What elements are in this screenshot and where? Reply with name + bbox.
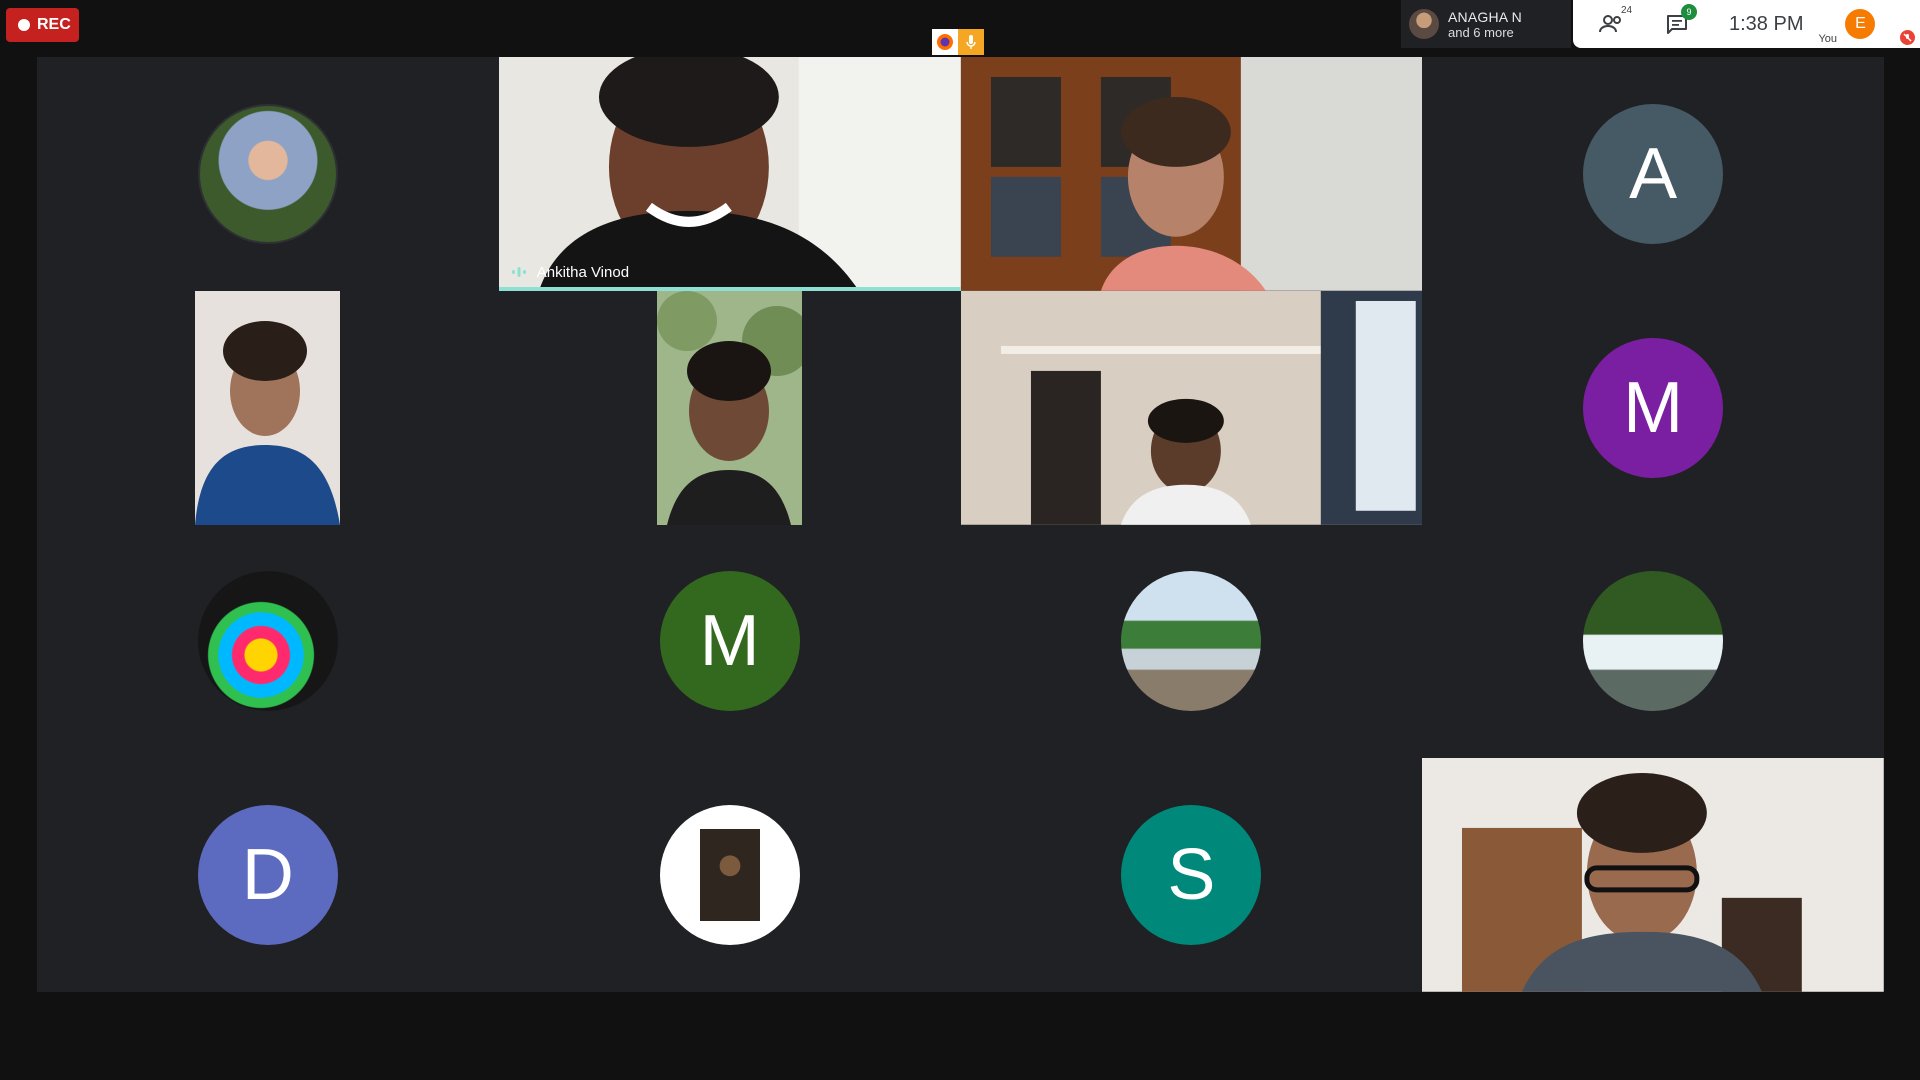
recording-label: REC bbox=[37, 16, 71, 33]
initial-letter: D bbox=[241, 835, 294, 916]
participant-name-bar: Ankitha Vinod bbox=[511, 264, 629, 281]
participant-tile[interactable] bbox=[37, 57, 499, 291]
participant-initial-avatar: M bbox=[1583, 337, 1724, 478]
mic-muted-icon bbox=[1900, 30, 1915, 45]
participant-video bbox=[1422, 758, 1884, 992]
record-dot-icon bbox=[18, 19, 30, 31]
participant-grid: Ankitha Vinod A M M D S bbox=[37, 57, 1884, 992]
presenter-avatar bbox=[1409, 9, 1439, 39]
initial-letter: M bbox=[1623, 367, 1684, 448]
chat-button[interactable]: 9 bbox=[1665, 4, 1697, 35]
participant-tile[interactable]: M bbox=[499, 525, 961, 759]
participant-initial-avatar: S bbox=[1121, 805, 1262, 946]
participant-tile[interactable] bbox=[37, 525, 499, 759]
self-label: You bbox=[1818, 33, 1838, 45]
firefox-icon bbox=[932, 29, 958, 55]
participants-button[interactable]: 24 bbox=[1599, 5, 1632, 35]
dark-portrait-icon bbox=[659, 805, 800, 946]
meeting-toolbar: 24 9 1:38 PM E You bbox=[1573, 0, 1920, 48]
chat-badge: 9 bbox=[1681, 4, 1697, 20]
participants-count: 24 bbox=[1621, 5, 1633, 16]
initial-letter: A bbox=[1629, 133, 1678, 214]
participant-video bbox=[657, 290, 803, 525]
audio-level-icon bbox=[511, 267, 526, 278]
participant-video bbox=[960, 57, 1423, 291]
participant-initial-avatar: D bbox=[197, 805, 338, 946]
people-icon bbox=[1599, 15, 1621, 33]
participant-tile[interactable] bbox=[961, 525, 1423, 759]
participant-tile[interactable] bbox=[499, 290, 961, 525]
participant-video bbox=[498, 57, 961, 291]
participant-tile[interactable]: A bbox=[1422, 57, 1884, 291]
participant-tile[interactable]: M bbox=[1422, 291, 1884, 525]
participant-tile[interactable]: Ankitha Vinod bbox=[498, 57, 961, 291]
recording-indicator: REC bbox=[6, 8, 79, 42]
participant-name: Ankitha Vinod bbox=[536, 263, 630, 281]
presenter-name: ANAGHA N bbox=[1448, 8, 1522, 25]
browser-share-indicator[interactable] bbox=[932, 29, 984, 55]
microphone-icon bbox=[958, 29, 984, 55]
participant-tile[interactable] bbox=[960, 57, 1423, 291]
beach-icon bbox=[1121, 571, 1262, 712]
participant-video bbox=[195, 290, 341, 525]
meeting-clock: 1:38 PM bbox=[1729, 12, 1804, 35]
participant-tile[interactable] bbox=[37, 290, 499, 525]
participant-tile[interactable]: D bbox=[37, 758, 499, 992]
initial-letter: S bbox=[1167, 835, 1216, 916]
waterfall-icon bbox=[1583, 571, 1724, 712]
participant-initial-avatar: A bbox=[1583, 103, 1724, 244]
participant-tile[interactable]: S bbox=[961, 758, 1423, 992]
hijab-portrait-icon bbox=[197, 103, 338, 244]
self-avatar-button[interactable]: E You bbox=[1818, 9, 1876, 45]
participant-tile[interactable] bbox=[1422, 758, 1884, 992]
participant-tile[interactable] bbox=[499, 758, 961, 992]
paint-splash-icon bbox=[197, 571, 338, 712]
participant-tile[interactable] bbox=[960, 290, 1423, 525]
presenter-subtitle: and 6 more bbox=[1448, 24, 1514, 40]
presenter-info[interactable]: ANAGHA N and 6 more bbox=[1401, 0, 1571, 48]
self-avatar: E bbox=[1845, 9, 1876, 39]
participant-initial-avatar: M bbox=[659, 571, 800, 712]
participant-video bbox=[960, 290, 1423, 525]
participant-tile[interactable] bbox=[1422, 525, 1884, 759]
initial-letter: M bbox=[699, 601, 760, 682]
